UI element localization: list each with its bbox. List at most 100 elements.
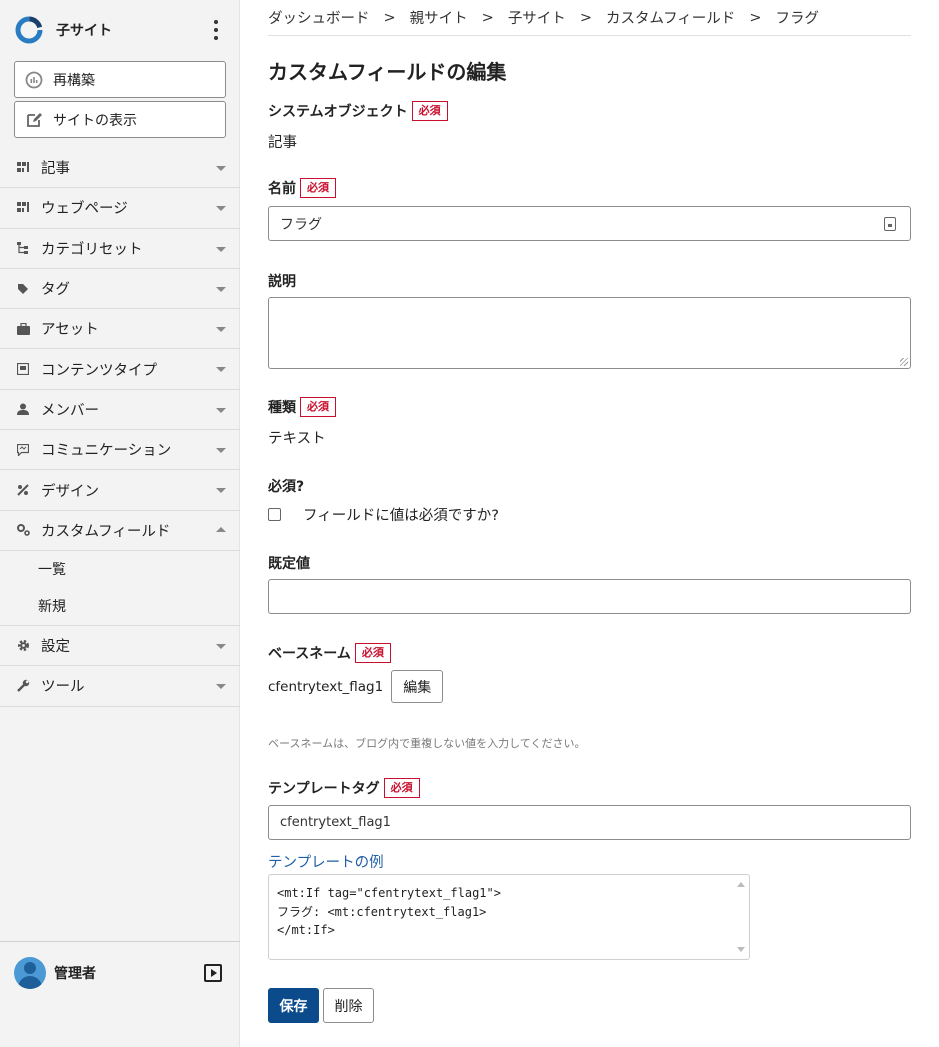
sidebar-item-label: タグ [41, 282, 70, 299]
breadcrumb-separator: > [579, 9, 592, 26]
wrench-icon [16, 679, 30, 693]
sidebar-item-label: カスタムフィールド [41, 523, 171, 540]
scroll-up-icon[interactable] [737, 882, 745, 887]
contact-card-icon[interactable] [884, 217, 896, 231]
label-text: 既定値 [268, 556, 310, 572]
required-checkbox[interactable] [268, 508, 281, 521]
sidebar-item-assets[interactable]: アセット [0, 309, 240, 350]
required-badge: 必須 [383, 778, 420, 798]
sidebar-item-label: ツール [41, 679, 85, 696]
template-example-link[interactable]: テンプレートの例 [268, 851, 384, 872]
kebab-menu-icon[interactable] [213, 20, 219, 40]
resize-handle-icon[interactable] [900, 358, 908, 366]
view-site-label: サイトの表示 [53, 112, 137, 129]
sidebar-item-label: デザイン [41, 483, 99, 500]
basename-row: cfentrytext_flag1 編集 [268, 670, 444, 703]
required-badge: 必須 [354, 643, 391, 663]
breadcrumb-separator: > [749, 9, 762, 26]
sidebar-item-custom-fields[interactable]: カスタムフィールド [0, 511, 240, 551]
submenu-item-list[interactable]: 一覧 [0, 551, 240, 588]
required-badge: 必須 [300, 178, 336, 198]
delete-button[interactable]: 削除 [323, 988, 374, 1023]
sidebar-item-label: ウェブページ [41, 201, 128, 218]
chevron-down-icon [216, 166, 226, 171]
entries-icon [16, 161, 30, 175]
template-tag-input-value: cfentrytext_flag1 [280, 815, 391, 830]
name-input[interactable]: フラグ [268, 206, 911, 241]
sidebar-item-content-types[interactable]: コンテンツタイプ [0, 349, 240, 390]
category-icon [16, 241, 30, 255]
chevron-up-icon [216, 526, 226, 532]
sidebar-item-settings[interactable]: 設定 [0, 626, 240, 667]
sidebar-item-label: コンテンツタイプ [41, 362, 157, 379]
comment-icon [16, 443, 30, 457]
gear-icon [16, 639, 30, 653]
submenu-item-label: 新規 [38, 599, 66, 616]
sidebar-item-tools[interactable]: ツール [0, 666, 240, 707]
name-label: 名前 必須 [268, 178, 336, 198]
basename-label: ベースネーム 必須 [268, 643, 391, 663]
default-value-input[interactable] [268, 579, 911, 614]
sidebar-item-category-sets[interactable]: カテゴリセット [0, 229, 240, 269]
chevron-down-icon [216, 407, 226, 413]
description-textarea[interactable] [268, 297, 911, 369]
breadcrumb-item-child-site[interactable]: 子サイト [508, 7, 566, 28]
basename-edit-button[interactable]: 編集 [391, 670, 444, 703]
submenu-item-new[interactable]: 新規 [0, 588, 240, 625]
code-line: フラグ: <mt:cfentrytext_flag1> [277, 904, 487, 919]
required-checkbox-row[interactable]: フィールドに値は必須ですか? [268, 504, 499, 525]
required-checkbox-label[interactable]: フィールドに値は必須ですか? [303, 504, 499, 525]
sidebar-item-label: コミュニケーション [41, 443, 172, 460]
label-text: 説明 [268, 274, 296, 290]
movable-type-logo-icon [15, 16, 43, 44]
code-line: <mt:If tag="cfentrytext_flag1"> [277, 886, 501, 900]
system-object-value: 記事 [268, 135, 297, 151]
sidebar-item-label: メンバー [41, 402, 99, 419]
chevron-down-icon [216, 448, 226, 454]
site-name: 子サイト [56, 23, 112, 39]
breadcrumb-item-dashboard[interactable]: ダッシュボード [268, 7, 370, 28]
sidebar-item-members[interactable]: メンバー [0, 390, 240, 431]
template-example-code[interactable]: <mt:If tag="cfentrytext_flag1"> フラグ: <mt:… [268, 874, 750, 960]
custom-field-icon [16, 523, 30, 537]
collapse-sidebar-icon[interactable] [204, 964, 222, 982]
label-text: ベースネーム [268, 646, 351, 662]
pages-icon [16, 201, 30, 215]
edit-square-icon [25, 111, 43, 129]
chevron-down-icon [216, 286, 226, 292]
required-label: 必須? [268, 476, 304, 496]
breadcrumb-item-custom-fields[interactable]: カスタムフィールド [606, 7, 735, 28]
code-scrollbar[interactable] [733, 875, 749, 959]
description-label: 説明 [268, 271, 296, 291]
sidebar-item-tags[interactable]: タグ [0, 269, 240, 310]
name-input-value: フラグ [280, 216, 322, 233]
chevron-down-icon [216, 643, 226, 649]
sidebar-item-label: カテゴリセット [41, 241, 143, 258]
chevron-down-icon [216, 327, 226, 333]
breadcrumb-item-parent-site[interactable]: 親サイト [410, 7, 468, 28]
required-badge: 必須 [411, 101, 448, 121]
custom-fields-submenu: 一覧 新規 [0, 551, 240, 626]
sidebar-item-pages[interactable]: ウェブページ [0, 188, 240, 229]
breadcrumb-separator: > [481, 9, 494, 26]
sidebar-item-entries[interactable]: 記事 [0, 148, 240, 189]
page-title: カスタムフィールドの編集 [268, 60, 507, 84]
sidebar-item-communication[interactable]: コミュニケーション [0, 430, 240, 471]
type-label: 種類 必須 [268, 397, 336, 417]
asset-icon [16, 322, 30, 336]
type-value: テキスト [268, 431, 326, 447]
sidebar-item-design[interactable]: デザイン [0, 470, 240, 511]
sidebar: 子サイト 再構築 サイトの表示 記事 ウェブページ カテゴリセット タグ アセッ… [0, 0, 240, 1047]
scroll-down-icon[interactable] [737, 947, 745, 952]
sidebar-item-label: 記事 [41, 161, 70, 178]
rebuild-button[interactable]: 再構築 [14, 61, 226, 98]
chevron-down-icon [216, 206, 226, 212]
tag-icon [16, 282, 30, 296]
save-button[interactable]: 保存 [268, 988, 319, 1023]
view-site-button[interactable]: サイトの表示 [14, 101, 226, 138]
code-line: </mt:If> [277, 923, 335, 937]
template-tag-input[interactable]: cfentrytext_flag1 [268, 805, 911, 840]
rebuild-label: 再構築 [53, 72, 95, 89]
avatar[interactable] [14, 956, 46, 989]
default-value-label: 既定値 [268, 553, 310, 573]
